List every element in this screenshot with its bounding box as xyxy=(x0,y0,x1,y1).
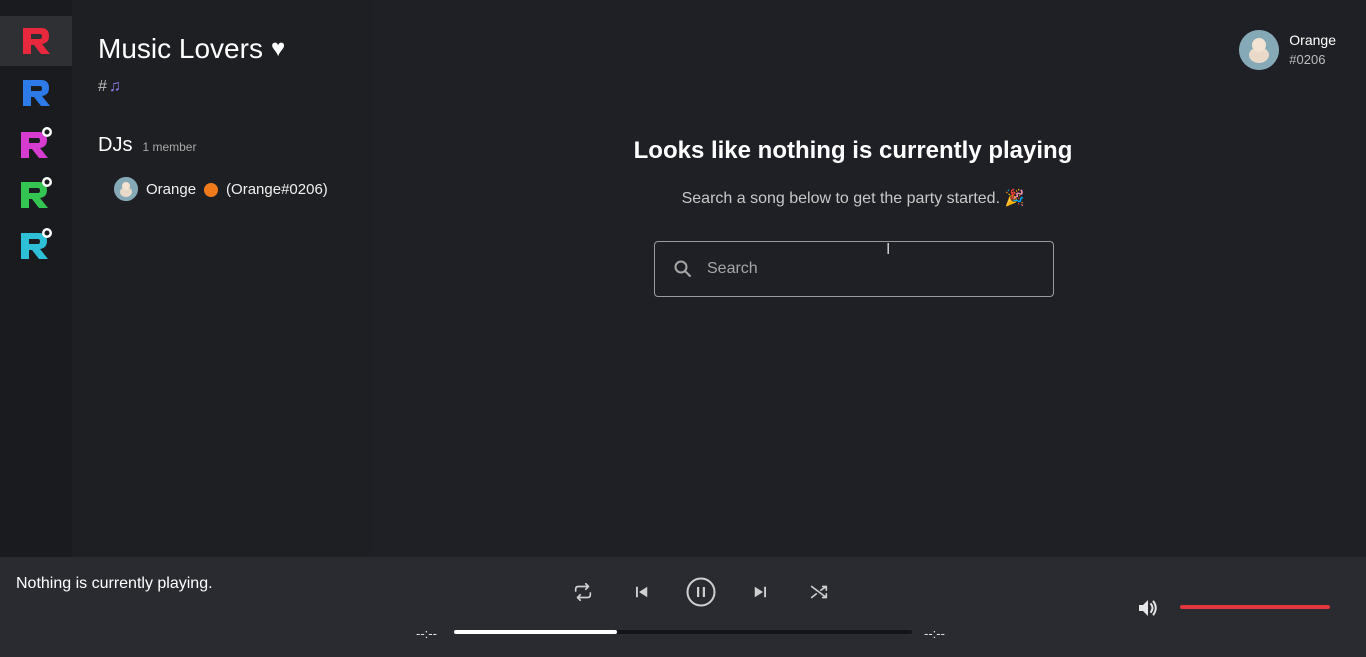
pause-icon xyxy=(686,577,716,607)
skip-previous-icon xyxy=(636,586,648,598)
orange-emoji-icon xyxy=(204,183,219,197)
member-name: Orange xyxy=(146,180,197,198)
server-icon-magenta[interactable] xyxy=(0,118,72,168)
shuffle-icon xyxy=(810,585,828,599)
playback-controls xyxy=(565,576,837,608)
time-total: --:-- xyxy=(924,626,945,641)
server-icon-cyan[interactable] xyxy=(0,219,72,269)
volume-fill xyxy=(1180,605,1330,609)
search-input[interactable] xyxy=(707,260,1007,278)
server-icon-blue[interactable] xyxy=(0,68,72,118)
repeat-button[interactable] xyxy=(565,576,601,608)
user-name: Orange xyxy=(1289,32,1336,48)
text-cursor-icon: I xyxy=(886,241,891,258)
heart-icon: ♥ xyxy=(270,35,286,62)
time-elapsed: --:-- xyxy=(416,626,437,641)
avatar xyxy=(1239,30,1280,70)
previous-button[interactable] xyxy=(624,576,660,608)
channel-name[interactable]: # ♫ xyxy=(98,78,121,96)
volume-button[interactable] xyxy=(1136,597,1160,619)
r-logo-badge-icon xyxy=(21,177,52,208)
main-panel: Orange #0206 Looks like nothing is curre… xyxy=(372,0,1366,557)
r-logo-badge-icon xyxy=(21,127,52,158)
user-tag: #0206 xyxy=(1289,52,1326,67)
now-playing-text: Nothing is currently playing. xyxy=(16,575,213,592)
user-profile[interactable]: Orange #0206 xyxy=(1239,30,1336,70)
avatar-icon xyxy=(114,177,138,201)
skip-next-icon xyxy=(754,586,766,598)
volume-icon xyxy=(1139,600,1157,616)
hash-icon: # xyxy=(98,78,107,95)
player-bar: Nothing is currently playing. --:-- --:-… xyxy=(0,557,1366,657)
empty-state-title: Looks like nothing is currently playing xyxy=(633,137,1073,164)
member-tag: (Orange#0206) xyxy=(226,180,328,198)
next-button[interactable] xyxy=(742,576,778,608)
avatar-icon xyxy=(1239,30,1280,70)
shuffle-button[interactable] xyxy=(801,576,837,608)
volume-slider[interactable] xyxy=(1180,605,1330,609)
search-icon xyxy=(674,260,691,277)
server-title: Music Lovers ♥ xyxy=(98,33,285,65)
music-note-icon: ♫ xyxy=(108,78,121,95)
r-logo-icon xyxy=(23,80,50,106)
pause-button[interactable] xyxy=(683,576,719,608)
role-name: DJs xyxy=(98,134,133,156)
empty-state-subtitle: Search a song below to get the party sta… xyxy=(681,190,1025,207)
server-sidebar: Music Lovers ♥ # ♫ DJs 1 member Orange (… xyxy=(72,0,372,557)
server-icon-red[interactable] xyxy=(0,16,72,66)
server-rail xyxy=(0,0,72,557)
progress-bar[interactable] xyxy=(454,630,912,634)
avatar xyxy=(114,177,138,201)
song-search-box[interactable] xyxy=(654,241,1054,297)
repeat-icon xyxy=(574,582,592,602)
server-icon-green[interactable] xyxy=(0,168,72,218)
server-title-text: Music Lovers xyxy=(98,33,263,64)
role-header: DJs 1 member xyxy=(98,134,196,157)
member-item[interactable]: Orange (Orange#0206) xyxy=(114,177,328,201)
r-logo-icon xyxy=(23,28,50,54)
r-logo-badge-icon xyxy=(21,228,52,259)
progress-fill xyxy=(454,630,617,634)
role-member-count: 1 member xyxy=(142,140,197,154)
